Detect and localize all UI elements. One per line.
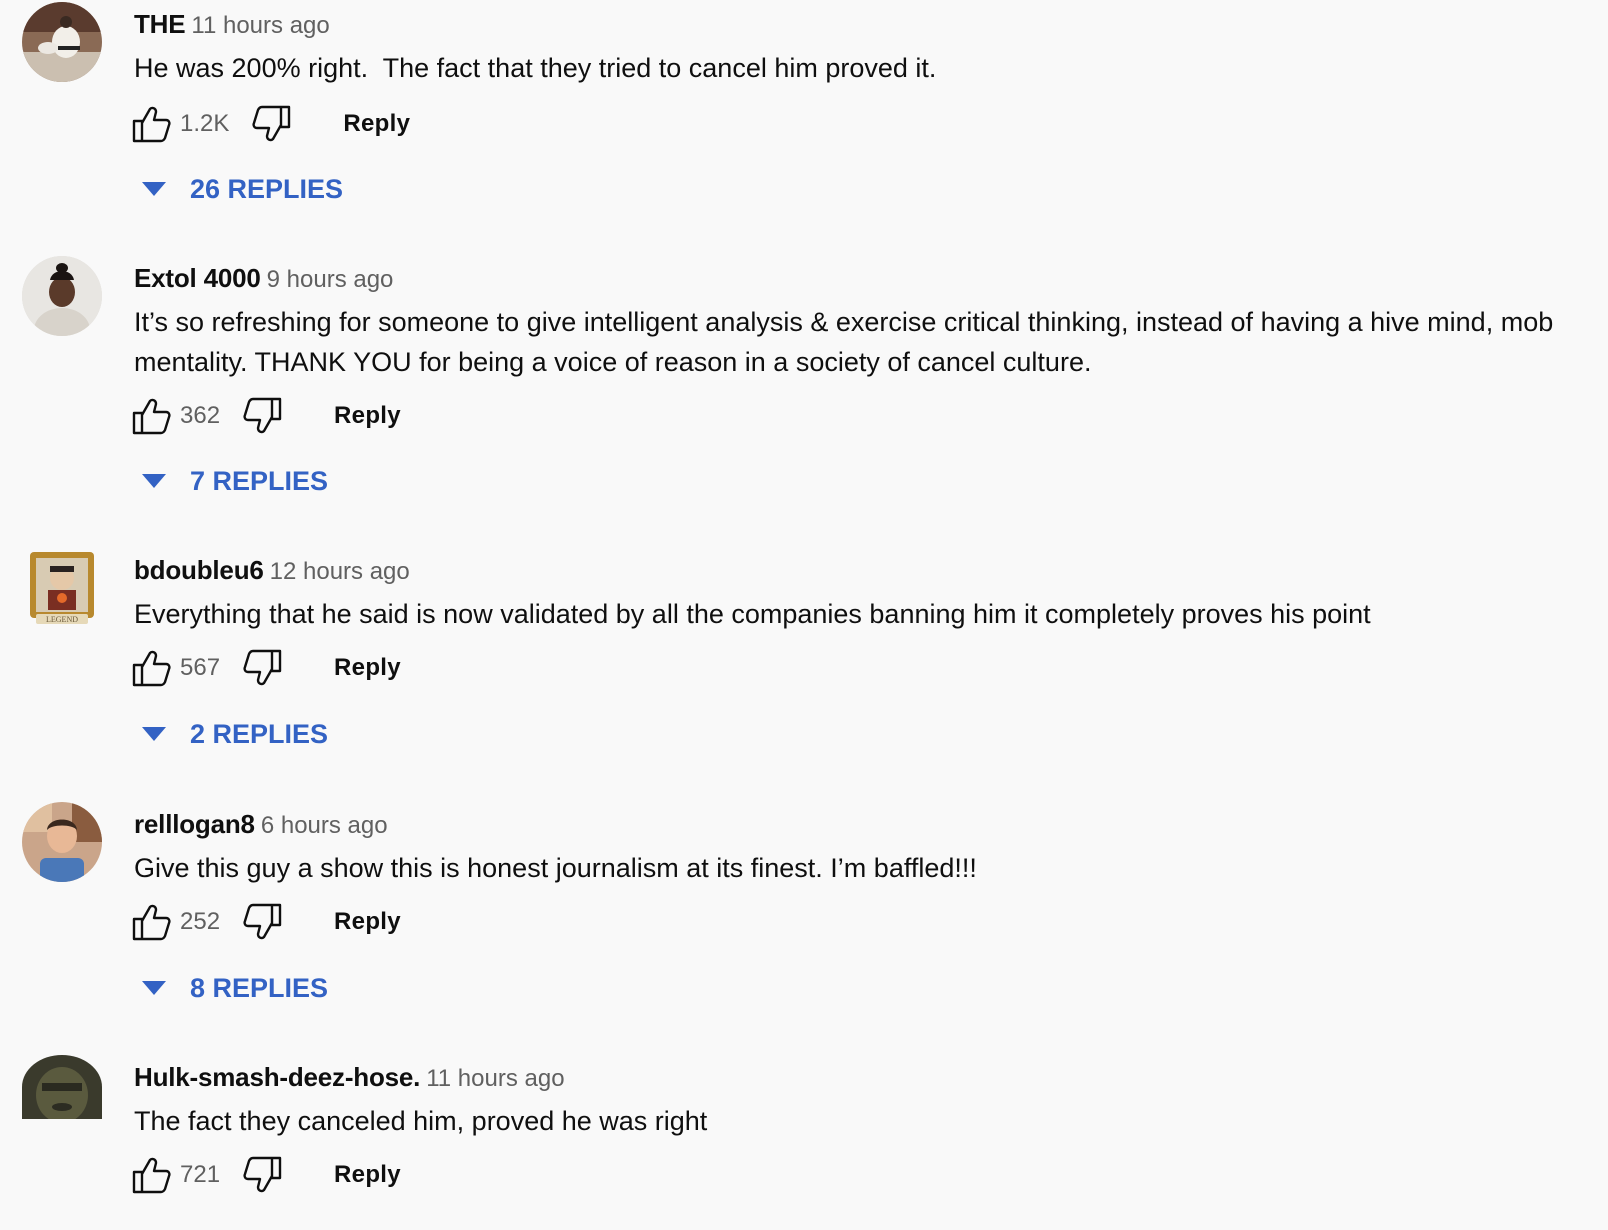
author-name[interactable]: bdoubleu6 bbox=[134, 555, 264, 585]
avatar[interactable] bbox=[22, 1055, 102, 1119]
thumbs-down-icon bbox=[243, 903, 282, 940]
comment-text: Everything that he said is now validated… bbox=[134, 599, 1371, 629]
child-photo-avatar bbox=[22, 802, 102, 882]
like-button[interactable] bbox=[130, 103, 172, 145]
comment-actions: 567 Reply bbox=[130, 646, 401, 690]
comment-text: He was 200% right. The fact that they tr… bbox=[134, 53, 937, 83]
author-name[interactable]: Extol 4000 bbox=[134, 263, 261, 293]
like-count: 362 bbox=[180, 402, 221, 429]
thumbs-down-icon bbox=[243, 649, 282, 686]
caret-down-icon bbox=[142, 182, 166, 196]
reply-button[interactable]: Reply bbox=[334, 402, 401, 430]
thumbs-up-icon bbox=[132, 106, 171, 143]
comment-header: Extol 4000 9 hours ago bbox=[134, 260, 393, 301]
comment-timestamp[interactable]: 11 hours ago bbox=[426, 1065, 564, 1092]
comment-actions: 252 Reply bbox=[130, 900, 401, 944]
replies-count-label: 2 REPLIES bbox=[190, 718, 329, 749]
comment-timestamp[interactable]: 9 hours ago bbox=[267, 266, 394, 293]
like-count: 721 bbox=[180, 1161, 221, 1188]
reply-button[interactable]: Reply bbox=[334, 654, 401, 682]
like-button[interactable] bbox=[130, 901, 172, 943]
dislike-button[interactable] bbox=[242, 395, 284, 437]
replies-count-label: 8 REPLIES bbox=[190, 972, 329, 1003]
karate-photo-avatar bbox=[22, 2, 102, 82]
reply-button[interactable]: Reply bbox=[334, 908, 401, 936]
comment-header: THE 11 hours ago bbox=[134, 6, 330, 47]
replies-count-label: 7 REPLIES bbox=[190, 465, 329, 496]
like-button[interactable] bbox=[130, 647, 172, 689]
like-count: 567 bbox=[180, 654, 221, 681]
caret-down-icon bbox=[142, 474, 166, 488]
dislike-button[interactable] bbox=[251, 103, 293, 145]
comment-text: It’s so refreshing for someone to give i… bbox=[134, 307, 1554, 377]
thumbs-down-icon bbox=[243, 397, 282, 434]
comment-timestamp[interactable]: 6 hours ago bbox=[261, 812, 388, 839]
view-replies-button[interactable]: 7 REPLIES bbox=[142, 461, 328, 501]
comment-header: relllogan8 6 hours ago bbox=[134, 806, 388, 847]
person-photo-avatar bbox=[22, 256, 102, 336]
legend-badge: LEGEND bbox=[46, 615, 78, 624]
avatar[interactable] bbox=[22, 2, 102, 82]
comment-text: The fact they canceled him, proved he wa… bbox=[134, 1106, 708, 1136]
legend-frame-avatar: LEGEND bbox=[22, 548, 102, 628]
comment-actions: 721 Reply bbox=[130, 1153, 401, 1197]
like-count: 1.2K bbox=[180, 110, 230, 137]
view-replies-button[interactable]: 26 REPLIES bbox=[142, 169, 343, 209]
comment-text: Give this guy a show this is honest jour… bbox=[134, 853, 977, 883]
author-name[interactable]: THE bbox=[134, 9, 186, 39]
dislike-button[interactable] bbox=[242, 901, 284, 943]
comment-timestamp[interactable]: 11 hours ago bbox=[191, 12, 329, 39]
reply-button[interactable]: Reply bbox=[343, 110, 410, 138]
like-button[interactable] bbox=[130, 395, 172, 437]
comments-section: THE 11 hours ago He was 200% right. The f… bbox=[0, 0, 1608, 1230]
thumbs-down-icon bbox=[252, 105, 291, 142]
author-name[interactable]: relllogan8 bbox=[134, 809, 255, 839]
like-count: 252 bbox=[180, 908, 221, 935]
dark-face-avatar bbox=[22, 1055, 102, 1119]
dislike-button[interactable] bbox=[242, 647, 284, 689]
thumbs-up-icon bbox=[132, 1157, 171, 1194]
thumbs-up-icon bbox=[132, 650, 171, 687]
dislike-button[interactable] bbox=[242, 1154, 284, 1196]
caret-down-icon bbox=[142, 981, 166, 995]
comment-timestamp[interactable]: 12 hours ago bbox=[270, 558, 410, 585]
like-button[interactable] bbox=[130, 1154, 172, 1196]
thumbs-up-icon bbox=[132, 398, 171, 435]
thumbs-down-icon bbox=[243, 1156, 282, 1193]
reply-button[interactable]: Reply bbox=[334, 1161, 401, 1189]
caret-down-icon bbox=[142, 727, 166, 741]
comment-actions: 1.2K Reply bbox=[130, 102, 410, 146]
view-replies-button[interactable]: 2 REPLIES bbox=[142, 714, 328, 754]
avatar[interactable] bbox=[22, 802, 102, 882]
author-name[interactable]: Hulk-smash-deez-hose. bbox=[134, 1062, 420, 1092]
replies-count-label: 26 REPLIES bbox=[190, 173, 344, 204]
comment-header: Hulk-smash-deez-hose. 11 hours ago bbox=[134, 1059, 565, 1100]
avatar[interactable]: LEGEND bbox=[22, 548, 102, 628]
avatar[interactable] bbox=[22, 256, 102, 336]
comment-actions: 362 Reply bbox=[130, 394, 401, 438]
thumbs-up-icon bbox=[132, 904, 171, 941]
comment-header: bdoubleu6 12 hours ago bbox=[134, 552, 410, 593]
view-replies-button[interactable]: 8 REPLIES bbox=[142, 968, 328, 1008]
